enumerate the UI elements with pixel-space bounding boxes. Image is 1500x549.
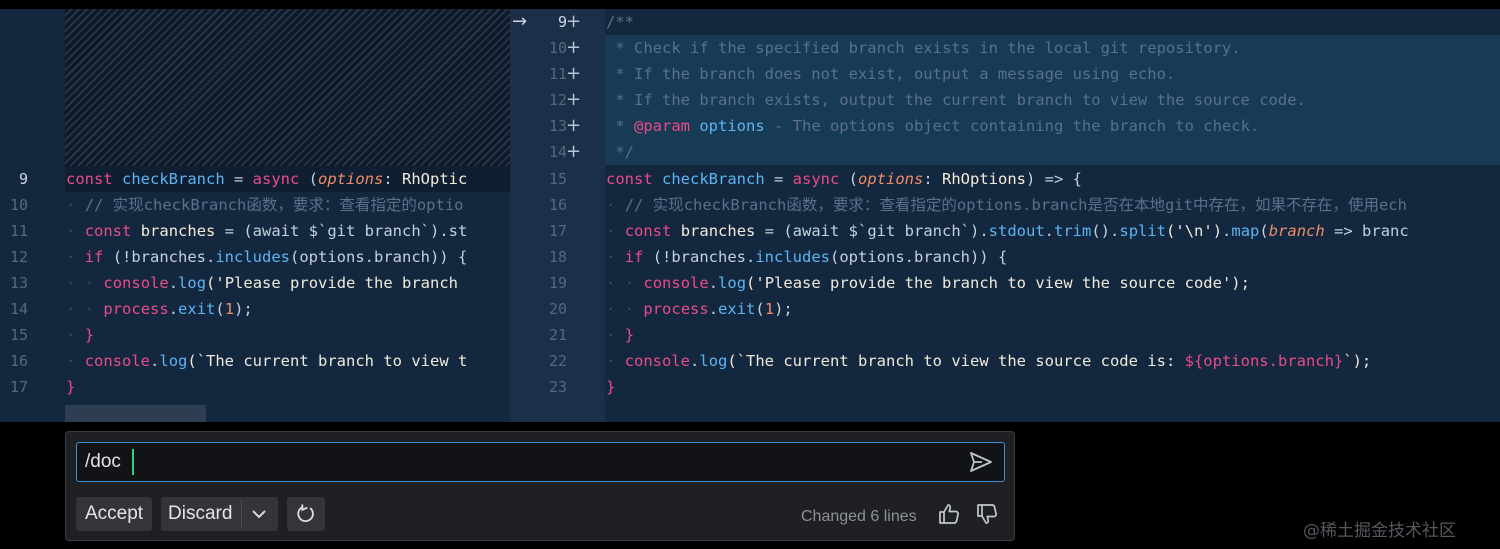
line-number: 14 [9,300,28,318]
line-number: 13 [9,274,28,292]
line-number: 19 [548,274,567,292]
code-line: · if (!branches.includes(options.branch)… [66,248,468,266]
top-strip [0,0,1500,9]
line-number: 11 [9,222,28,240]
line-number: 14 [548,143,567,161]
line-number: 23 [548,378,567,396]
prompt-input[interactable] [76,442,1005,482]
code-line: * If the branch exists, output the curre… [606,91,1306,109]
line-number: 10 [548,39,567,57]
code-line: · if (!branches.includes(options.branch)… [606,248,1008,266]
line-number: 12 [9,248,28,266]
code-line: · console.log(`The current branch to vie… [66,352,468,370]
line-number: 17 [548,222,567,240]
horizontal-scrollbar-thumb[interactable] [65,405,206,422]
code-line: · · process.exit(1); [66,300,253,318]
code-line: · · process.exit(1); [606,300,793,318]
code-line: } [606,378,616,396]
code-line: · · console.log('Please provide the bran… [66,274,468,292]
code-line: */ [606,143,634,161]
code-line: * @param options - The options object co… [606,117,1260,135]
code-line: · const branches = (await $`git branch`)… [66,222,468,240]
thumbs-up-icon[interactable] [937,502,961,526]
added-line-marker: + [566,115,582,136]
line-number: 13 [548,117,567,135]
refresh-icon [297,504,314,523]
line-number: 16 [9,352,28,370]
line-number: 10 [9,196,28,214]
diff-editor: → 9 10 11 12 13 14 15 16 17 9 10 11 12 1… [0,9,1500,422]
code-line: · // 实现checkBranch函数，要求：查看指定的optio [66,196,464,214]
added-line-marker: + [566,11,582,32]
code-line: · · console.log('Please provide the bran… [606,274,1250,292]
line-number: 15 [548,170,567,188]
code-line: } [66,378,76,396]
code-line: · // 实现checkBranch函数，要求：查看指定的options.bra… [606,196,1407,214]
added-line-marker: + [566,37,582,58]
text-caret [132,449,134,475]
line-number: 15 [9,326,28,344]
regenerate-button[interactable] [287,497,325,531]
line-number: 16 [548,196,567,214]
line-number: 12 [548,91,567,109]
code-line: · console.log(`The current branch to vie… [606,352,1372,370]
code-line: · const branches = (await $`git branch`)… [606,222,1409,240]
line-number-current: 9 [18,170,28,188]
line-number: 18 [548,248,567,266]
watermark: @稀土掘金技术社区 [1303,521,1456,541]
code-line: · } [66,326,95,344]
code-line: · } [606,326,635,344]
code-line: const checkBranch = async (options: RhOp… [606,170,1083,188]
code-line: * Check if the specified branch exists i… [606,39,1241,57]
send-icon[interactable] [968,450,994,474]
prompt-input-value[interactable]: /doc [85,450,121,474]
discard-separator [241,500,242,528]
line-number: 9 [557,13,567,31]
arrow-right-icon: → [512,11,528,32]
added-line-marker: + [566,141,582,162]
line-number: 22 [548,352,567,370]
accept-button[interactable]: Accept [76,497,152,531]
line-number: 11 [548,65,567,83]
line-number: 20 [548,300,567,318]
code-line: const checkBranch = async (options: RhOp… [66,170,468,188]
line-number: 21 [548,326,567,344]
discard-label: Discard [168,503,233,524]
thumbs-down-icon[interactable] [975,502,999,526]
changed-lines-status: Changed 6 lines [801,508,917,525]
left-code-clip: const checkBranch = async (options: RhOp… [65,9,510,422]
code-line: * If the branch does not exist, output a… [606,65,1176,83]
added-line-marker: + [566,63,582,84]
code-line: /** [606,13,634,31]
added-line-marker: + [566,89,582,110]
line-number: 17 [9,378,28,396]
chevron-down-icon[interactable] [248,505,270,523]
